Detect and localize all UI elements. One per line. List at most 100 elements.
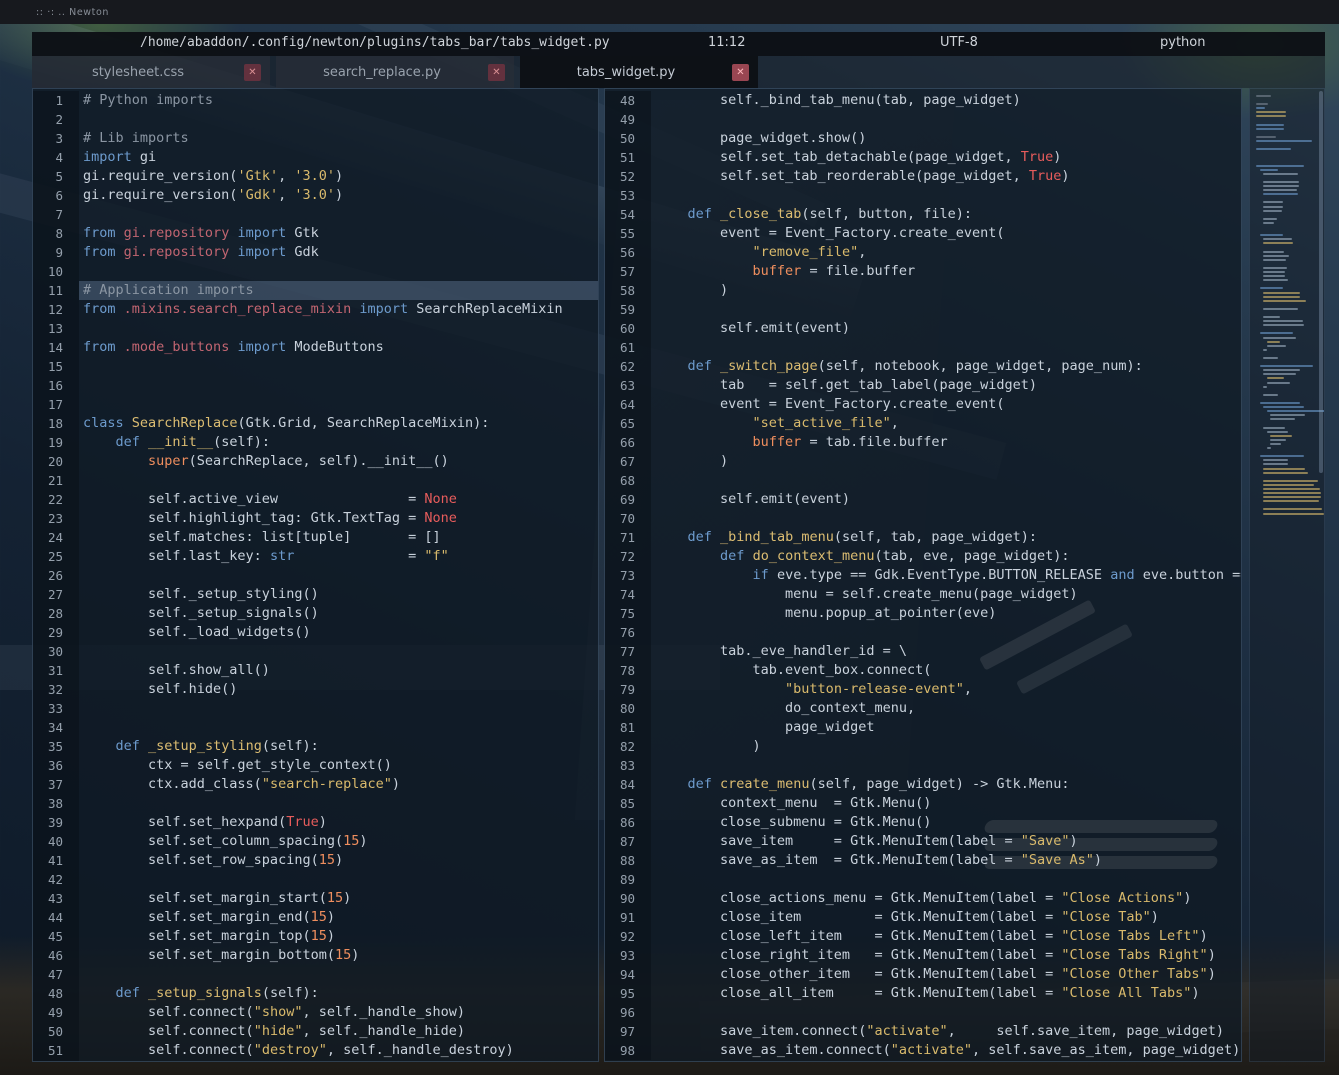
code-line[interactable]: 53 xyxy=(605,186,1241,205)
code-line[interactable]: 21 xyxy=(33,471,598,490)
code-line[interactable]: 65 "set_active_file", xyxy=(605,414,1241,433)
tab-stylesheet.css[interactable]: stylesheet.css✕ xyxy=(32,56,270,88)
code-line[interactable]: 77 tab._eve_handler_id = \ xyxy=(605,642,1241,661)
code-line[interactable]: 46 self.set_margin_bottom(15) xyxy=(33,946,598,965)
code-line[interactable]: 58 ) xyxy=(605,281,1241,300)
code-line[interactable]: 59 xyxy=(605,300,1241,319)
code-line[interactable]: 34 xyxy=(33,718,598,737)
code-line[interactable]: 70 xyxy=(605,509,1241,528)
code-line[interactable]: 20 super(SearchReplace, self).__init__() xyxy=(33,452,598,471)
code-line[interactable]: 93 close_right_item = Gtk.MenuItem(label… xyxy=(605,946,1241,965)
code-line[interactable]: 29 self._load_widgets() xyxy=(33,623,598,642)
minimap[interactable] xyxy=(1249,88,1325,1062)
code-line[interactable]: 55 event = Event_Factory.create_event( xyxy=(605,224,1241,243)
code-line[interactable]: 14from .mode_buttons import ModeButtons xyxy=(33,338,598,357)
code-line[interactable]: 9from gi.repository import Gdk xyxy=(33,243,598,262)
code-line[interactable]: 90 close_actions_menu = Gtk.MenuItem(lab… xyxy=(605,889,1241,908)
code-line[interactable]: 80 do_context_menu, xyxy=(605,699,1241,718)
code-line[interactable]: 81 page_widget xyxy=(605,718,1241,737)
code-line[interactable]: 42 xyxy=(33,870,598,889)
code-line[interactable]: 26 xyxy=(33,566,598,585)
code-line[interactable]: 3# Lib imports xyxy=(33,129,598,148)
code-line[interactable]: 44 self.set_margin_end(15) xyxy=(33,908,598,927)
code-line[interactable]: 87 save_item = Gtk.MenuItem(label = "Sav… xyxy=(605,832,1241,851)
code-line[interactable]: 52 self.set_tab_reorderable(page_widget,… xyxy=(605,167,1241,186)
code-line[interactable]: 60 self.emit(event) xyxy=(605,319,1241,338)
tab-search_replace.py[interactable]: search_replace.py✕ xyxy=(276,56,514,88)
code-line[interactable]: 52 xyxy=(33,1060,598,1062)
code-line[interactable]: 47 xyxy=(33,965,598,984)
code-line[interactable]: 18class SearchReplace(Gtk.Grid, SearchRe… xyxy=(33,414,598,433)
code-line[interactable]: 51 self.connect("destroy", self._handle_… xyxy=(33,1041,598,1060)
code-line[interactable]: 11# Application imports xyxy=(33,281,598,300)
code-line[interactable]: 45 self.set_margin_top(15) xyxy=(33,927,598,946)
code-line[interactable]: 37 ctx.add_class("search-replace") xyxy=(33,775,598,794)
code-line[interactable]: 38 xyxy=(33,794,598,813)
code-line[interactable]: 24 self.matches: list[tuple] = [] xyxy=(33,528,598,547)
code-line[interactable]: 66 buffer = tab.file.buffer xyxy=(605,433,1241,452)
tab-close-button[interactable]: ✕ xyxy=(244,64,261,81)
code-line[interactable]: 16 xyxy=(33,376,598,395)
code-line[interactable]: 28 self._setup_signals() xyxy=(33,604,598,623)
code-line[interactable]: 71 def _bind_tab_menu(self, tab, page_wi… xyxy=(605,528,1241,547)
code-line[interactable]: 97 save_item.connect("activate", self.sa… xyxy=(605,1022,1241,1041)
code-line[interactable]: 57 buffer = file.buffer xyxy=(605,262,1241,281)
code-line[interactable]: 13 xyxy=(33,319,598,338)
code-line[interactable]: 67 ) xyxy=(605,452,1241,471)
code-line[interactable]: 22 self.active_view = None xyxy=(33,490,598,509)
code-line[interactable]: 61 xyxy=(605,338,1241,357)
encoding-label[interactable]: UTF-8 xyxy=(940,35,978,50)
code-line[interactable]: 78 tab.event_box.connect( xyxy=(605,661,1241,680)
code-line[interactable]: 91 close_item = Gtk.MenuItem(label = "Cl… xyxy=(605,908,1241,927)
code-line[interactable]: 39 self.set_hexpand(True) xyxy=(33,813,598,832)
code-line[interactable]: 17 xyxy=(33,395,598,414)
code-line[interactable]: 49 xyxy=(605,110,1241,129)
code-line[interactable]: 10 xyxy=(33,262,598,281)
code-line[interactable]: 30 xyxy=(33,642,598,661)
code-line[interactable]: 85 context_menu = Gtk.Menu() xyxy=(605,794,1241,813)
language-label[interactable]: python xyxy=(1160,35,1205,50)
code-line[interactable]: 56 "remove_file", xyxy=(605,243,1241,262)
code-line[interactable]: 1# Python imports xyxy=(33,91,598,110)
code-line[interactable]: 51 self.set_tab_detachable(page_widget, … xyxy=(605,148,1241,167)
code-line[interactable]: 95 close_all_item = Gtk.MenuItem(label =… xyxy=(605,984,1241,1003)
code-line[interactable]: 92 close_left_item = Gtk.MenuItem(label … xyxy=(605,927,1241,946)
code-line[interactable]: 76 xyxy=(605,623,1241,642)
code-line[interactable]: 41 self.set_row_spacing(15) xyxy=(33,851,598,870)
code-line[interactable]: 74 menu = self.create_menu(page_widget) xyxy=(605,585,1241,604)
code-line[interactable]: 48 def _setup_signals(self): xyxy=(33,984,598,1003)
code-line[interactable]: 19 def __init__(self): xyxy=(33,433,598,452)
code-line[interactable]: 50 page_widget.show() xyxy=(605,129,1241,148)
code-line[interactable]: 96 xyxy=(605,1003,1241,1022)
code-line[interactable]: 12from .mixins.search_replace_mixin impo… xyxy=(33,300,598,319)
code-line[interactable]: 72 def do_context_menu(tab, eve, page_wi… xyxy=(605,547,1241,566)
code-line[interactable]: 64 event = Event_Factory.create_event( xyxy=(605,395,1241,414)
code-line[interactable]: 5gi.require_version('Gtk', '3.0') xyxy=(33,167,598,186)
minimap-scrollbar[interactable] xyxy=(1319,91,1323,473)
code-line[interactable]: 68 xyxy=(605,471,1241,490)
code-line[interactable]: 36 ctx = self.get_style_context() xyxy=(33,756,598,775)
code-line[interactable]: 7 xyxy=(33,205,598,224)
code-line[interactable]: 2 xyxy=(33,110,598,129)
code-line[interactable]: 33 xyxy=(33,699,598,718)
code-line[interactable]: 4import gi xyxy=(33,148,598,167)
code-line[interactable]: 32 self.hide() xyxy=(33,680,598,699)
code-line[interactable]: 75 menu.popup_at_pointer(eve) xyxy=(605,604,1241,623)
code-line[interactable]: 79 "button-release-event", xyxy=(605,680,1241,699)
code-line[interactable]: 84 def create_menu(self, page_widget) ->… xyxy=(605,775,1241,794)
code-line[interactable]: 6gi.require_version('Gdk', '3.0') xyxy=(33,186,598,205)
code-line[interactable]: 31 self.show_all() xyxy=(33,661,598,680)
code-line[interactable]: 88 save_as_item = Gtk.MenuItem(label = "… xyxy=(605,851,1241,870)
code-line[interactable]: 63 tab = self.get_tab_label(page_widget) xyxy=(605,376,1241,395)
code-line[interactable]: 50 self.connect("hide", self._handle_hid… xyxy=(33,1022,598,1041)
code-line[interactable]: 69 self.emit(event) xyxy=(605,490,1241,509)
code-line[interactable]: 86 close_submenu = Gtk.Menu() xyxy=(605,813,1241,832)
code-line[interactable]: 83 xyxy=(605,756,1241,775)
code-line[interactable]: 62 def _switch_page(self, notebook, page… xyxy=(605,357,1241,376)
left-pane[interactable]: 1# Python imports23# Lib imports4import … xyxy=(32,88,599,1062)
code-line[interactable]: 82 ) xyxy=(605,737,1241,756)
code-line[interactable]: 40 self.set_column_spacing(15) xyxy=(33,832,598,851)
code-line[interactable]: 98 save_as_item.connect("activate", self… xyxy=(605,1041,1241,1060)
code-line[interactable]: 94 close_other_item = Gtk.MenuItem(label… xyxy=(605,965,1241,984)
code-line[interactable]: 73 if eve.type == Gdk.EventType.BUTTON_R… xyxy=(605,566,1241,585)
